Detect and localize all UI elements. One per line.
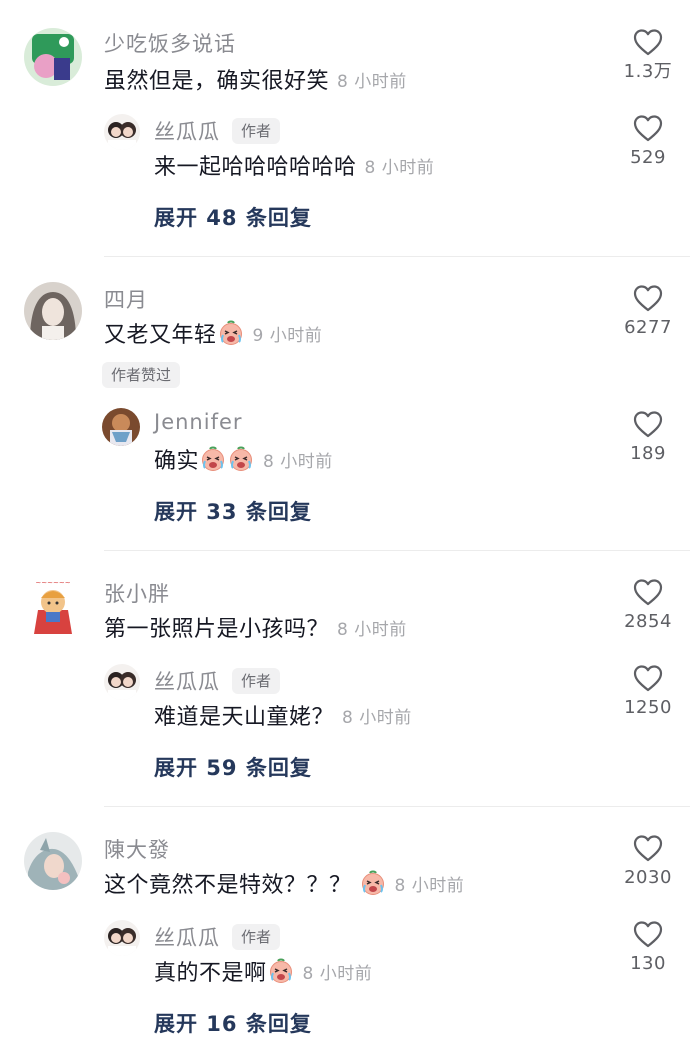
avatar[interactable] <box>24 832 82 890</box>
heart-outline-icon <box>633 921 663 948</box>
comment-username[interactable]: 陳大發 <box>104 834 170 864</box>
reply-content: 真的不是啊 <box>154 961 267 986</box>
crying-laughing-emoji-icon <box>268 958 294 984</box>
reply-like-button[interactable]: 130 <box>608 920 688 974</box>
comment-thread: 陳大發 这个竟然不是特效？？？ 8 小时前 2030 丝瓜瓜 作者 真的不是啊 … <box>0 0 690 1050</box>
like-count: 130 <box>630 953 666 974</box>
expand-replies-button[interactable]: 展开 16 条回复 <box>154 1008 312 1038</box>
reply-avatar[interactable] <box>104 920 140 956</box>
reply-text: 真的不是啊 8 小时前 <box>154 956 372 986</box>
reply-time: 8 小时前 <box>302 963 373 984</box>
comment-time: 8 小时前 <box>394 875 465 896</box>
like-count: 2030 <box>624 867 672 888</box>
comment-content: 这个竟然不是特效？？？ <box>104 873 352 898</box>
like-button[interactable]: 2030 <box>608 834 688 888</box>
crying-laughing-emoji-icon <box>360 870 386 896</box>
author-badge: 作者 <box>232 924 281 950</box>
reply-username[interactable]: 丝瓜瓜 <box>154 922 220 952</box>
comment-text: 这个竟然不是特效？？？ 8 小时前 <box>104 868 464 898</box>
heart-outline-icon <box>633 835 663 862</box>
